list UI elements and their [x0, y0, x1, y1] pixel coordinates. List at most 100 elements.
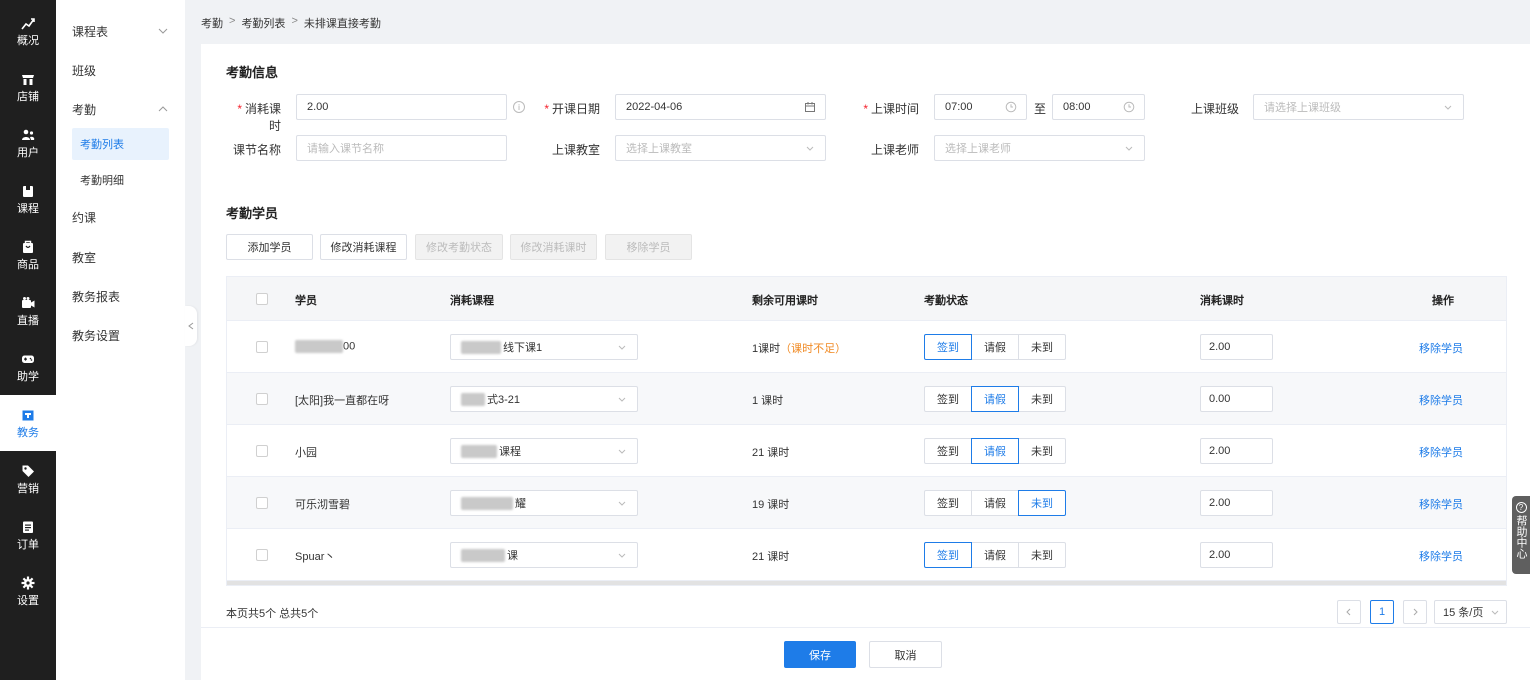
breadcrumb-item[interactable]: 考勤: [201, 15, 223, 31]
submenu-booking[interactable]: 约课: [72, 201, 169, 233]
course-select[interactable]: 课: [450, 542, 638, 568]
date-picker[interactable]: 2022-04-06: [615, 94, 826, 120]
status-option[interactable]: 请假: [971, 438, 1019, 464]
status-option[interactable]: 签到: [924, 386, 972, 412]
footer-divider: [201, 627, 1530, 628]
next-page-button[interactable]: [1403, 600, 1427, 624]
status-option[interactable]: 未到: [1018, 542, 1066, 568]
submenu-settings[interactable]: 教务设置: [72, 319, 169, 351]
hours-input[interactable]: 2.00: [1200, 542, 1273, 568]
change-hours-button[interactable]: 修改消耗课时: [510, 234, 597, 260]
teacher-placeholder: 选择上课老师: [945, 143, 1011, 155]
nav-item[interactable]: 课程: [0, 171, 56, 227]
status-option[interactable]: 请假: [971, 334, 1019, 360]
submenu-attendance-detail[interactable]: 考勤明细: [72, 164, 169, 196]
chevron-down-icon: [618, 345, 626, 350]
nav-item[interactable]: 助学: [0, 339, 56, 395]
remove-student-link[interactable]: 移除学员: [1419, 392, 1463, 408]
chevron-down-icon: [1125, 146, 1133, 151]
remove-student-link[interactable]: 移除学员: [1419, 444, 1463, 460]
start-time-picker[interactable]: 07:00: [934, 94, 1027, 120]
remaining-hours: 21 课时: [752, 551, 790, 563]
breadcrumb: 考勤 > 考勤列表 > 未排课直接考勤: [201, 15, 381, 31]
change-status-button[interactable]: 修改考勤状态: [415, 234, 503, 260]
hours-input[interactable]: 0.00: [1200, 386, 1273, 412]
class-select[interactable]: 请选择上课班级: [1253, 94, 1464, 120]
nav-item[interactable]: 营销: [0, 451, 56, 507]
course-select[interactable]: 耀: [450, 490, 638, 516]
hours-input[interactable]: 2.00: [1200, 490, 1273, 516]
status-option[interactable]: 请假: [971, 542, 1019, 568]
horizontal-scrollbar[interactable]: [227, 581, 1506, 585]
remove-student-link[interactable]: 移除学员: [1419, 548, 1463, 564]
submenu-schedule[interactable]: 课程表: [72, 15, 169, 47]
status-option[interactable]: 未到: [1018, 438, 1066, 464]
section-name-input[interactable]: 请输入课节名称: [296, 135, 507, 161]
collapse-sidebar-button[interactable]: [185, 306, 197, 346]
nav-item[interactable]: 商品: [0, 227, 56, 283]
row-checkbox[interactable]: [256, 497, 268, 509]
hours-input[interactable]: 2.00: [1200, 438, 1273, 464]
page-size-select[interactable]: 15 条/页: [1434, 600, 1507, 624]
submenu-class[interactable]: 班级: [72, 54, 169, 86]
remaining-hours: 1课时（课时不足）: [752, 343, 847, 355]
nav-item-label: 概况: [17, 34, 39, 47]
hours-input[interactable]: 2.00: [296, 94, 507, 120]
row-checkbox[interactable]: [256, 549, 268, 561]
status-option[interactable]: 请假: [971, 490, 1019, 516]
status-option[interactable]: 签到: [924, 334, 972, 360]
nav-item[interactable]: 直播: [0, 283, 56, 339]
classroom-select[interactable]: 选择上课教室: [615, 135, 826, 161]
page-number[interactable]: 1: [1370, 600, 1394, 624]
remove-students-button[interactable]: 移除学员: [605, 234, 692, 260]
nav-item[interactable]: 概况: [0, 3, 56, 59]
add-student-button[interactable]: 添加学员: [226, 234, 313, 260]
breadcrumb-separator-icon: >: [229, 15, 236, 27]
status-option[interactable]: 未到: [1018, 386, 1066, 412]
nav-item[interactable]: 设置: [0, 563, 56, 619]
status-option[interactable]: 签到: [924, 490, 972, 516]
prev-page-button[interactable]: [1337, 600, 1361, 624]
info-icon[interactable]: i: [513, 101, 525, 113]
course-select[interactable]: 线下课1: [450, 334, 638, 360]
submenu-class-label: 班级: [72, 63, 97, 78]
submenu-attendance-list[interactable]: 考勤列表: [72, 128, 169, 160]
nav-item[interactable]: 用户: [0, 115, 56, 171]
time-to-text: 至: [1034, 102, 1047, 116]
attendance-card: 考勤信息 * 消耗课时 2.00 i * 开课日期 2022-04-06 * 上课时间…: [201, 44, 1530, 680]
remove-student-link[interactable]: 移除学员: [1419, 340, 1463, 356]
cancel-button[interactable]: 取消: [869, 641, 942, 668]
breadcrumb-item[interactable]: 考勤列表: [241, 15, 285, 31]
nav-item[interactable]: 教务: [0, 395, 56, 451]
status-option[interactable]: 未到: [1018, 490, 1066, 516]
remove-student-link[interactable]: 移除学员: [1419, 496, 1463, 512]
course-select[interactable]: 课程: [450, 438, 638, 464]
chart-icon: [21, 17, 35, 29]
status-option[interactable]: 签到: [924, 438, 972, 464]
attendance-students-title: 考勤学员: [226, 206, 279, 221]
status-option[interactable]: 未到: [1018, 334, 1066, 360]
row-checkbox[interactable]: [256, 445, 268, 457]
column-student: 学员: [295, 295, 317, 307]
course-select[interactable]: 式3-21: [450, 386, 638, 412]
teacher-select[interactable]: 选择上课老师: [934, 135, 1145, 161]
row-checkbox[interactable]: [256, 393, 268, 405]
save-button[interactable]: 保存: [784, 641, 856, 668]
status-toggle: 签到 请假 未到: [924, 334, 1066, 360]
change-course-button[interactable]: 修改消耗课程: [320, 234, 407, 260]
submenu-attendance[interactable]: 考勤: [72, 93, 169, 125]
submenu-classroom[interactable]: 教室: [72, 241, 169, 273]
status-option[interactable]: 签到: [924, 542, 972, 568]
nav-item[interactable]: 店铺: [0, 59, 56, 115]
submenu-report[interactable]: 教务报表: [72, 280, 169, 312]
row-checkbox[interactable]: [256, 341, 268, 353]
blurred-text: [461, 392, 485, 406]
gear-icon: [21, 576, 35, 589]
help-center-button[interactable]: ? 帮助中心: [1512, 496, 1530, 574]
hours-input[interactable]: 2.00: [1200, 334, 1273, 360]
chevron-down-icon: [158, 28, 168, 34]
select-all-checkbox[interactable]: [256, 293, 268, 305]
status-option[interactable]: 请假: [971, 386, 1019, 412]
end-time-picker[interactable]: 08:00: [1052, 94, 1145, 120]
nav-item[interactable]: 订单: [0, 507, 56, 563]
